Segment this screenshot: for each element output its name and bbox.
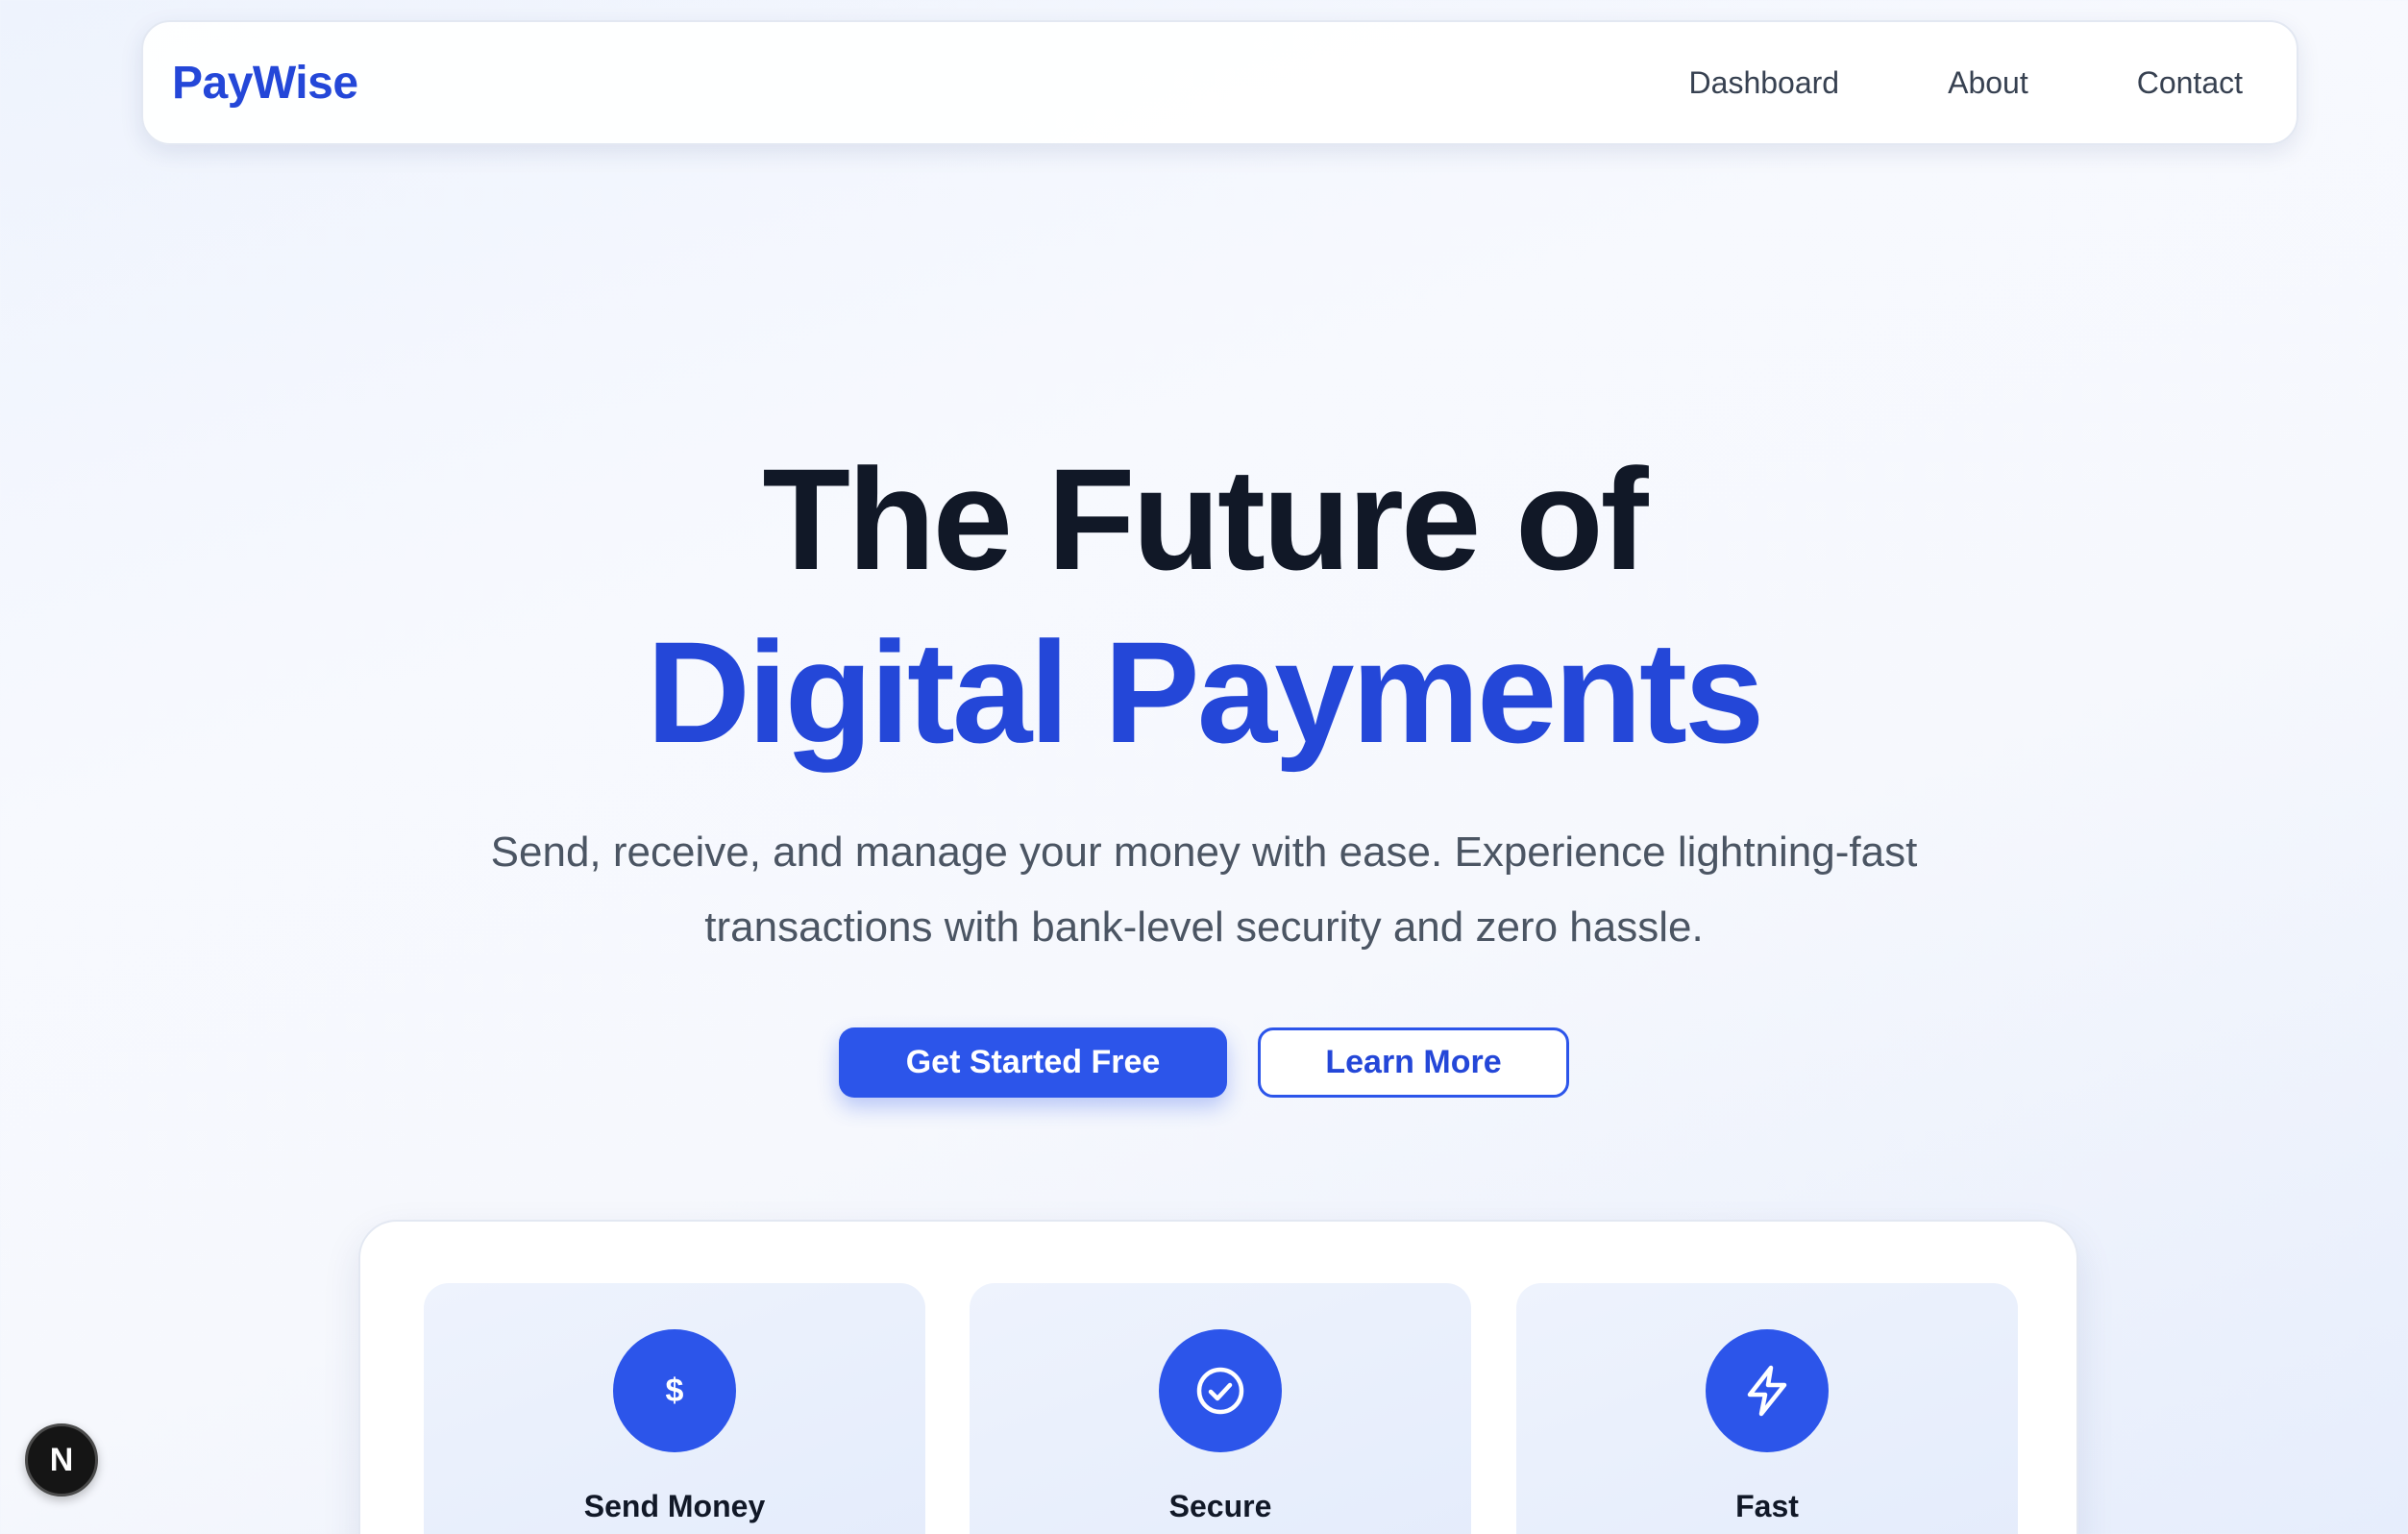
hero-title: The Future of Digital Payments	[0, 433, 2408, 779]
brand-logo[interactable]: PayWise	[172, 57, 358, 110]
nav-link-contact[interactable]: Contact	[2137, 65, 2243, 101]
hero-title-line2: Digital Payments	[646, 611, 1765, 773]
feature-title: Fast	[1735, 1489, 1799, 1523]
feature-card-send-money[interactable]: $ Send Money	[424, 1283, 925, 1534]
feature-card-fast[interactable]: Fast	[1516, 1283, 2018, 1534]
check-circle-icon	[1159, 1329, 1282, 1452]
features-panel: $ Send Money Secure Fast	[358, 1220, 2078, 1534]
hero-subtitle: Send, receive, and manage your money wit…	[490, 829, 1918, 951]
learn-more-button[interactable]: Learn More	[1258, 1027, 1569, 1098]
nav-links: Dashboard About Contact	[1689, 65, 2243, 101]
hero-title-line1: The Future of	[762, 438, 1648, 600]
top-navbar: PayWise Dashboard About Contact	[141, 20, 2298, 145]
hero-section: The Future of Digital Payments Send, rec…	[0, 433, 2408, 1098]
dollar-icon: $	[613, 1329, 736, 1452]
nav-link-dashboard[interactable]: Dashboard	[1689, 65, 1840, 101]
feature-title: Send Money	[583, 1489, 766, 1523]
nav-link-about[interactable]: About	[1948, 65, 2028, 101]
svg-text:$: $	[666, 1373, 684, 1409]
cta-row: Get Started Free Learn More	[0, 1027, 2408, 1098]
feature-card-secure[interactable]: Secure	[970, 1283, 1471, 1534]
feature-title: Secure	[1168, 1489, 1272, 1523]
lightning-icon	[1706, 1329, 1829, 1452]
nextjs-icon[interactable]: N	[25, 1423, 98, 1497]
get-started-button[interactable]: Get Started Free	[839, 1027, 1227, 1098]
